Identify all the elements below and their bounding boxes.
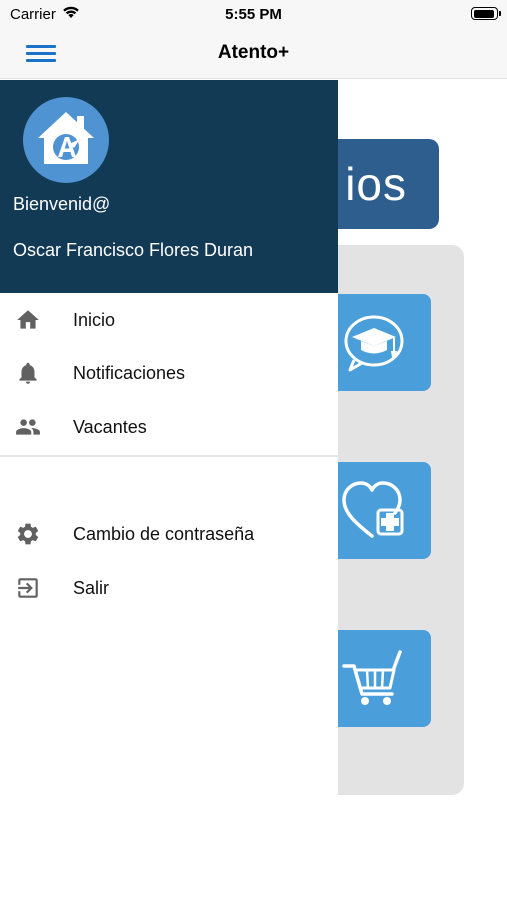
- home-icon: [17, 310, 39, 329]
- battery-icon: [471, 7, 501, 20]
- menu-item-label: Vacantes: [73, 417, 147, 437]
- menu-item-vacantes[interactable]: Vacantes: [0, 401, 338, 453]
- menu-item-inicio[interactable]: Inicio: [0, 294, 338, 346]
- heart-plus-icon: [342, 481, 404, 538]
- nav-bar: Atento+: [0, 28, 507, 79]
- status-bar: Carrier 5:55 PM: [0, 0, 507, 28]
- menu-item-label: Cambio de contraseña: [73, 524, 255, 544]
- menu-item-cambio-contrasena[interactable]: Cambio de contraseña: [0, 508, 338, 560]
- menu-item-notificaciones[interactable]: Notificaciones: [0, 347, 338, 399]
- welcome-text: Bienvenid@: [13, 194, 111, 214]
- app-logo-icon: [38, 112, 94, 164]
- drawer-header: Bienvenid@ Oscar Francisco Flores Duran: [0, 80, 338, 293]
- exit-icon: [18, 578, 38, 598]
- menu-item-label: Notificaciones: [73, 363, 186, 383]
- page-title: Atento+: [217, 42, 290, 63]
- side-drawer: Bienvenid@ Oscar Francisco Flores Duran …: [0, 80, 338, 796]
- menu-item-label: Inicio: [73, 310, 116, 330]
- status-time: 5:55 PM: [225, 6, 282, 23]
- shopping-cart-icon: [342, 650, 402, 705]
- menu-divider: [0, 455, 338, 457]
- menu-item-salir[interactable]: Salir: [0, 562, 338, 614]
- gear-icon: [17, 523, 39, 545]
- menu-item-label: Salir: [73, 578, 110, 598]
- graduation-cap-icon: [344, 315, 404, 372]
- people-icon: [16, 419, 40, 435]
- user-name: Oscar Francisco Flores Duran: [13, 240, 254, 260]
- bell-icon: [19, 362, 37, 384]
- avatar: [23, 97, 109, 183]
- banner-text: ios: [345, 158, 407, 210]
